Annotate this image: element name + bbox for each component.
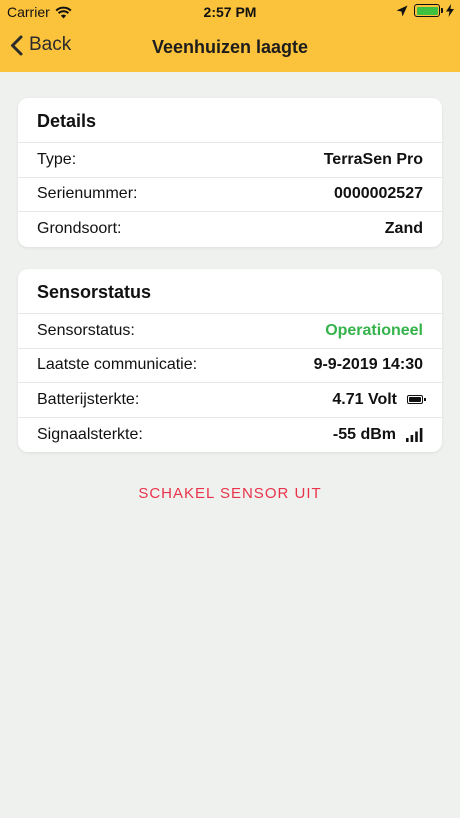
nav-bar: Back Veenhuizen laagte	[0, 24, 460, 72]
battery-icon	[407, 395, 426, 405]
sensor-label: Signaalsterkte:	[37, 425, 143, 443]
sensor-value: 9-9-2019 14:30	[313, 356, 423, 374]
details-card: Details Type: TerraSen Pro Serienummer: …	[18, 98, 442, 247]
header-bar: Carrier 2:57 PM Back Veenhuizen laagte	[0, 0, 460, 72]
detail-value: 0000002527	[334, 185, 423, 203]
disable-sensor-button[interactable]: SCHAKEL SENSOR UIT	[0, 485, 460, 502]
sensor-value-wrap: 4.71 Volt	[332, 390, 426, 409]
sensor-status-title: Sensorstatus	[18, 269, 442, 314]
location-arrow-icon	[396, 5, 408, 16]
detail-label: Serienummer:	[37, 185, 138, 203]
detail-value: TerraSen Pro	[323, 150, 423, 168]
sensor-value: 4.71 Volt	[332, 390, 397, 408]
status-badge: Operationeel	[325, 321, 423, 339]
sensor-row-signal: Signaalsterkte: -55 dBm	[18, 418, 442, 453]
sensor-row-last-communication: Laatste communicatie: 9-9-2019 14:30	[18, 349, 442, 383]
sensor-value-wrap: -55 dBm	[333, 426, 423, 444]
detail-row-soil: Grondsoort: Zand	[18, 212, 442, 247]
sensor-label: Sensorstatus:	[37, 321, 135, 339]
signal-bars-icon	[406, 427, 423, 442]
battery-icon	[414, 4, 443, 17]
sensor-label: Batterijsterkte:	[37, 390, 140, 408]
detail-label: Type:	[37, 150, 77, 168]
details-title: Details	[18, 98, 442, 143]
page-title: Veenhuizen laagte	[151, 37, 309, 57]
bolt-icon	[446, 4, 454, 17]
status-bar: Carrier 2:57 PM	[0, 0, 460, 24]
detail-value: Zand	[384, 220, 423, 238]
detail-row-serial: Serienummer: 0000002527	[18, 178, 442, 212]
sensor-status-card: Sensorstatus Sensorstatus: Operationeel …	[18, 269, 442, 452]
sensor-label: Laatste communicatie:	[37, 356, 198, 374]
status-right	[396, 4, 454, 17]
detail-label: Grondsoort:	[37, 220, 122, 238]
detail-row-type: Type: TerraSen Pro	[18, 143, 442, 178]
sensor-value: -55 dBm	[332, 425, 396, 443]
sensor-row-battery: Batterijsterkte: 4.71 Volt	[18, 383, 442, 418]
sensor-row-status: Sensorstatus: Operationeel	[18, 314, 442, 349]
status-time: 2:57 PM	[203, 4, 257, 20]
